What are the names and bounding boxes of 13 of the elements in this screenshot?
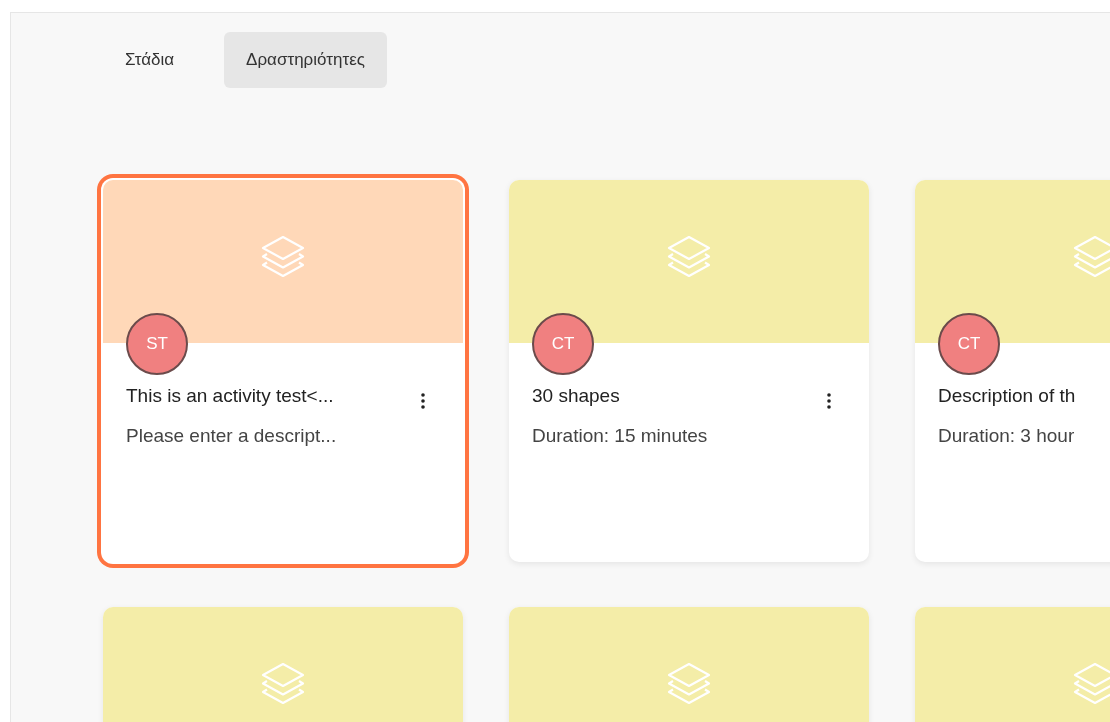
card-title: Description of th [938, 385, 1076, 407]
tab[interactable]: Στάδια [103, 32, 197, 88]
card-title: This is an activity test<... [126, 385, 334, 407]
card-subtitle: Duration: 3 hour [938, 425, 1076, 447]
card-title: 30 shapes [532, 385, 620, 407]
tab[interactable]: Δραστηριότητες [224, 32, 387, 88]
avatar: CT [938, 313, 1000, 375]
activity-card[interactable]: CT Description of th Duration: 3 hour [915, 180, 1110, 562]
avatar: CT [532, 313, 594, 375]
card-subtitle: Duration: 15 minutes [532, 425, 709, 447]
avatar: ST [126, 313, 188, 375]
card-subtitle: Please enter a descript... [126, 425, 338, 447]
activity-card[interactable]: CT 30 shapes Duration: 15 minutes [509, 180, 869, 562]
